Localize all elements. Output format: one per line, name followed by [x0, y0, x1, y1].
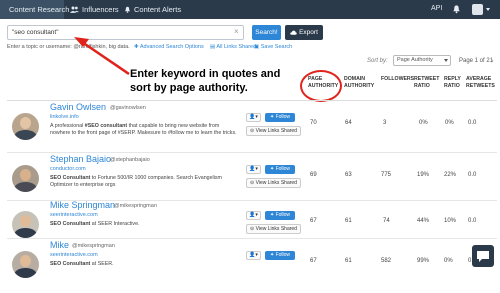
- influencer-handle: @mikespringman: [114, 203, 157, 209]
- avatar[interactable]: [12, 113, 39, 140]
- chevron-down-icon: [444, 59, 448, 62]
- influencer-site-link[interactable]: seerinteractive.com: [50, 212, 98, 218]
- user-menu-button[interactable]: 👤▾: [246, 251, 261, 260]
- influencer-handle: @stephanbajaio: [110, 157, 150, 163]
- domain-authority-value: 64: [345, 120, 352, 126]
- column-followers[interactable]: FOLLOWERS: [381, 76, 415, 83]
- user-menu-button[interactable]: 👤▾: [246, 165, 261, 174]
- influencer-name[interactable]: Mike: [50, 240, 69, 250]
- follow-button[interactable]: ✦ Follow: [265, 211, 295, 220]
- chat-bubble-icon: [477, 251, 489, 262]
- followers-value: 3: [383, 120, 387, 126]
- column-reply-ratio[interactable]: REPLY RATIO: [444, 76, 464, 89]
- reply-ratio-value: 10%: [444, 218, 457, 224]
- retweet-ratio-value: 99%: [417, 258, 430, 264]
- influencer-handle: @gavinowlsen: [110, 105, 146, 111]
- follow-button[interactable]: ✦ Follow: [265, 251, 295, 260]
- domain-authority-value: 63: [345, 172, 352, 178]
- follow-button[interactable]: ✦ Follow: [265, 113, 295, 122]
- page-authority-value: 67: [310, 218, 317, 224]
- column-average-retweets[interactable]: AVERAGE RETWEETS: [466, 76, 498, 89]
- influencer-bio: SEO Consultant at SEER.: [50, 261, 114, 267]
- average-retweets-value: 0.0: [468, 120, 477, 126]
- highlight-circle: [300, 70, 342, 102]
- avatar[interactable]: [12, 165, 39, 192]
- retweet-ratio-value: 19%: [417, 172, 430, 178]
- influencer-site-link[interactable]: conductor.com: [50, 166, 86, 172]
- links-label: View Links Shared: [255, 128, 297, 134]
- follow-label: Follow: [275, 166, 291, 172]
- user-menu-button[interactable]: 👤▾: [246, 113, 261, 122]
- chat-button[interactable]: [472, 245, 494, 267]
- view-links-shared-button[interactable]: ⊝ View Links Shared: [246, 178, 301, 188]
- avatar[interactable]: [12, 211, 39, 238]
- next-page-icon[interactable]: ›: [491, 56, 494, 65]
- domain-authority-value: 61: [345, 218, 352, 224]
- influencer-handle: @mikespringman: [72, 243, 115, 249]
- view-links-shared-button[interactable]: ⊝ View Links Shared: [246, 224, 301, 234]
- follow-label: Follow: [275, 114, 291, 120]
- influencer-name[interactable]: Stephan Bajaio: [50, 154, 111, 164]
- column-domain-authority[interactable]: DOMAIN AUTHORITY: [344, 76, 374, 89]
- influencer-site-link[interactable]: linkolve.info: [50, 114, 79, 120]
- influencer-row: Mike @mikespringman seerinteractive.com …: [0, 238, 500, 293]
- influencer-row: Gavin Owlsen @gavinowlsen linkolve.info …: [0, 100, 500, 155]
- follow-label: Follow: [275, 212, 291, 218]
- user-menu-button[interactable]: 👤▾: [246, 211, 261, 220]
- average-retweets-value: 0.0: [468, 172, 477, 178]
- retweet-ratio-value: 44%: [417, 218, 430, 224]
- pager-text: Page 1 of 21: [459, 58, 494, 64]
- page-authority-value: 69: [310, 172, 317, 178]
- sort-by-label: Sort by:: [367, 58, 388, 64]
- view-links-shared-button[interactable]: ⊝ View Links Shared: [246, 126, 301, 136]
- page-authority-value: 70: [310, 120, 317, 126]
- page-authority-value: 67: [310, 258, 317, 264]
- reply-ratio-value: 22%: [444, 172, 457, 178]
- avatar[interactable]: [12, 251, 39, 278]
- follow-label: Follow: [275, 252, 291, 258]
- annotation-text: Enter keyword in quotes and sort by page…: [130, 68, 281, 94]
- followers-value: 582: [381, 258, 392, 264]
- links-label: View Links Shared: [255, 226, 297, 232]
- followers-value: 775: [381, 172, 392, 178]
- reply-ratio-value: 0%: [444, 258, 453, 264]
- average-retweets-value: 0.0: [468, 218, 477, 224]
- column-retweet-ratio[interactable]: RETWEET RATIO: [414, 76, 442, 89]
- influencer-name[interactable]: Mike Springman: [50, 200, 115, 210]
- followers-value: 74: [383, 218, 390, 224]
- domain-authority-value: 61: [345, 258, 352, 264]
- influencer-bio: SEO Consultant at SEER Interactive.: [50, 221, 140, 227]
- sort-by-select[interactable]: Page Authority: [393, 55, 451, 66]
- influencer-site-link[interactable]: seerinteractive.com: [50, 252, 98, 258]
- follow-button[interactable]: ✦ Follow: [265, 165, 295, 174]
- influencer-name[interactable]: Gavin Owlsen: [50, 102, 106, 112]
- influencer-bio: A professional #SEO consultant that capa…: [50, 123, 237, 137]
- influencer-bio: SEO Consultant to Fortune 500/IR 1000 co…: [50, 175, 222, 189]
- reply-ratio-value: 0%: [445, 120, 454, 126]
- retweet-ratio-value: 0%: [419, 120, 428, 126]
- links-label: View Links Shared: [255, 180, 297, 186]
